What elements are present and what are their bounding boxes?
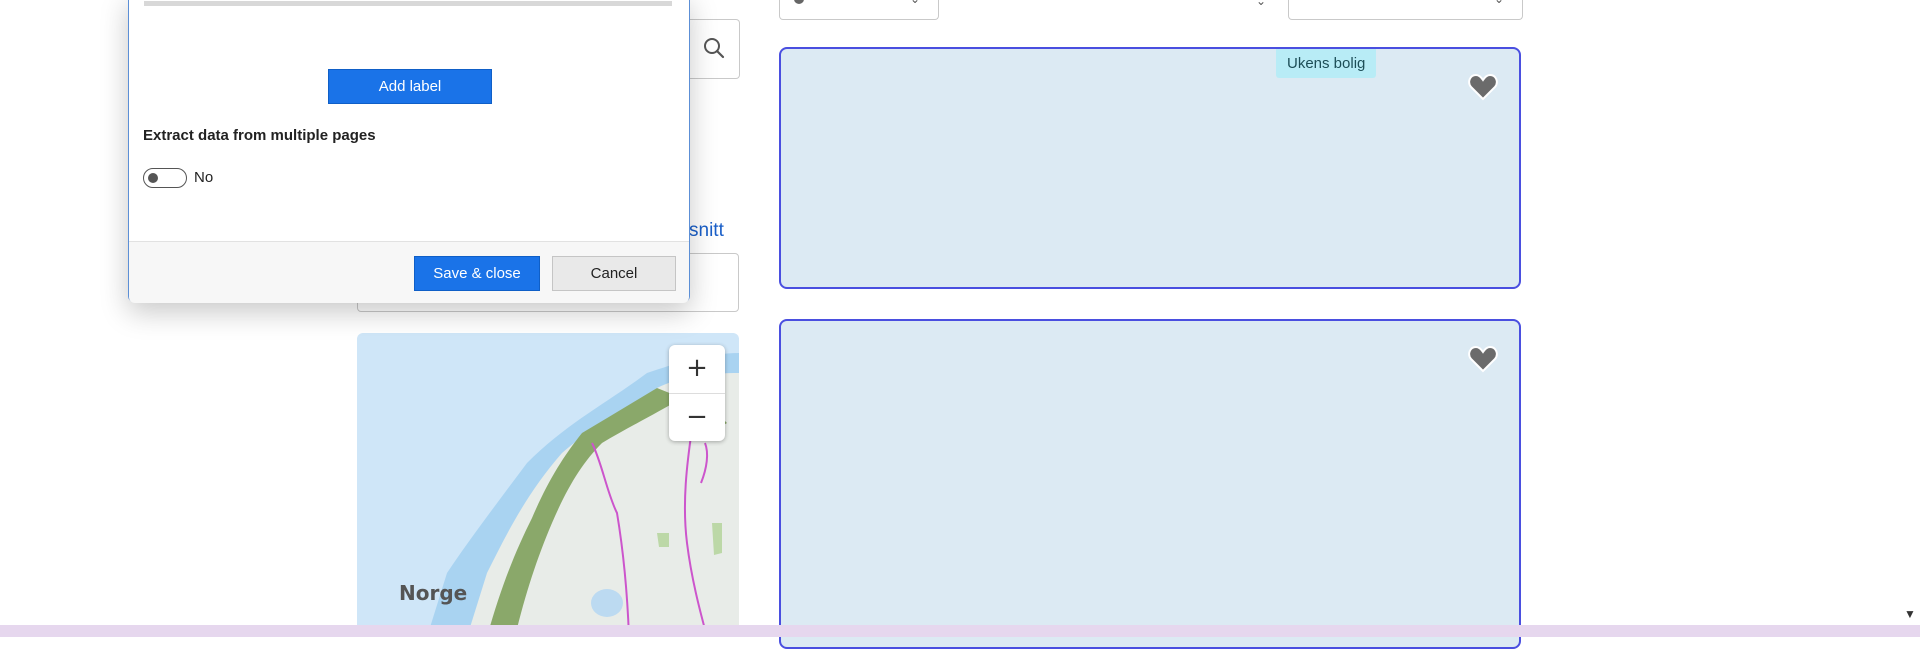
chevron-down-icon: ⌄ (1256, 0, 1267, 8)
map[interactable]: Norge + − (357, 333, 739, 637)
extract-multiple-pages-toggle[interactable] (143, 168, 187, 188)
map-zoom-control: + − (669, 345, 725, 441)
scrollbar-track (144, 1, 672, 6)
extraction-dialog: Add label Extract data from multiple pag… (128, 0, 690, 303)
search-icon (704, 38, 725, 59)
scroll-down-icon[interactable]: ▼ (1904, 607, 1916, 621)
toggle-state-text: No (194, 169, 214, 186)
dialog-footer: Save & close Cancel (129, 241, 689, 303)
heart-icon[interactable] (1467, 71, 1499, 103)
extract-multiple-pages-label: Extract data from multiple pages (143, 127, 376, 144)
location-pin-icon (794, 0, 804, 4)
heart-icon[interactable] (1467, 343, 1499, 375)
map-country-label: Norge (399, 581, 468, 605)
chevron-down-icon: ⌄ (910, 0, 920, 6)
zoom-in-button[interactable]: + (669, 345, 725, 394)
listing-card[interactable]: Ukens bolig (779, 47, 1521, 289)
chevron-down-icon: ⌄ (1494, 0, 1504, 6)
cancel-button[interactable]: Cancel (552, 256, 676, 291)
featured-badge: Ukens bolig (1276, 49, 1377, 78)
save-and-close-button[interactable]: Save & close (414, 256, 540, 291)
add-label-button[interactable]: Add label (328, 69, 492, 104)
bottom-bar (0, 625, 1920, 637)
listing-card[interactable] (779, 319, 1521, 649)
zoom-out-button[interactable]: − (669, 394, 725, 442)
location-filter-select[interactable]: ⌄ (779, 0, 939, 20)
sort-select[interactable]: ⌄ (1288, 0, 1523, 20)
toggle-knob (148, 173, 158, 183)
